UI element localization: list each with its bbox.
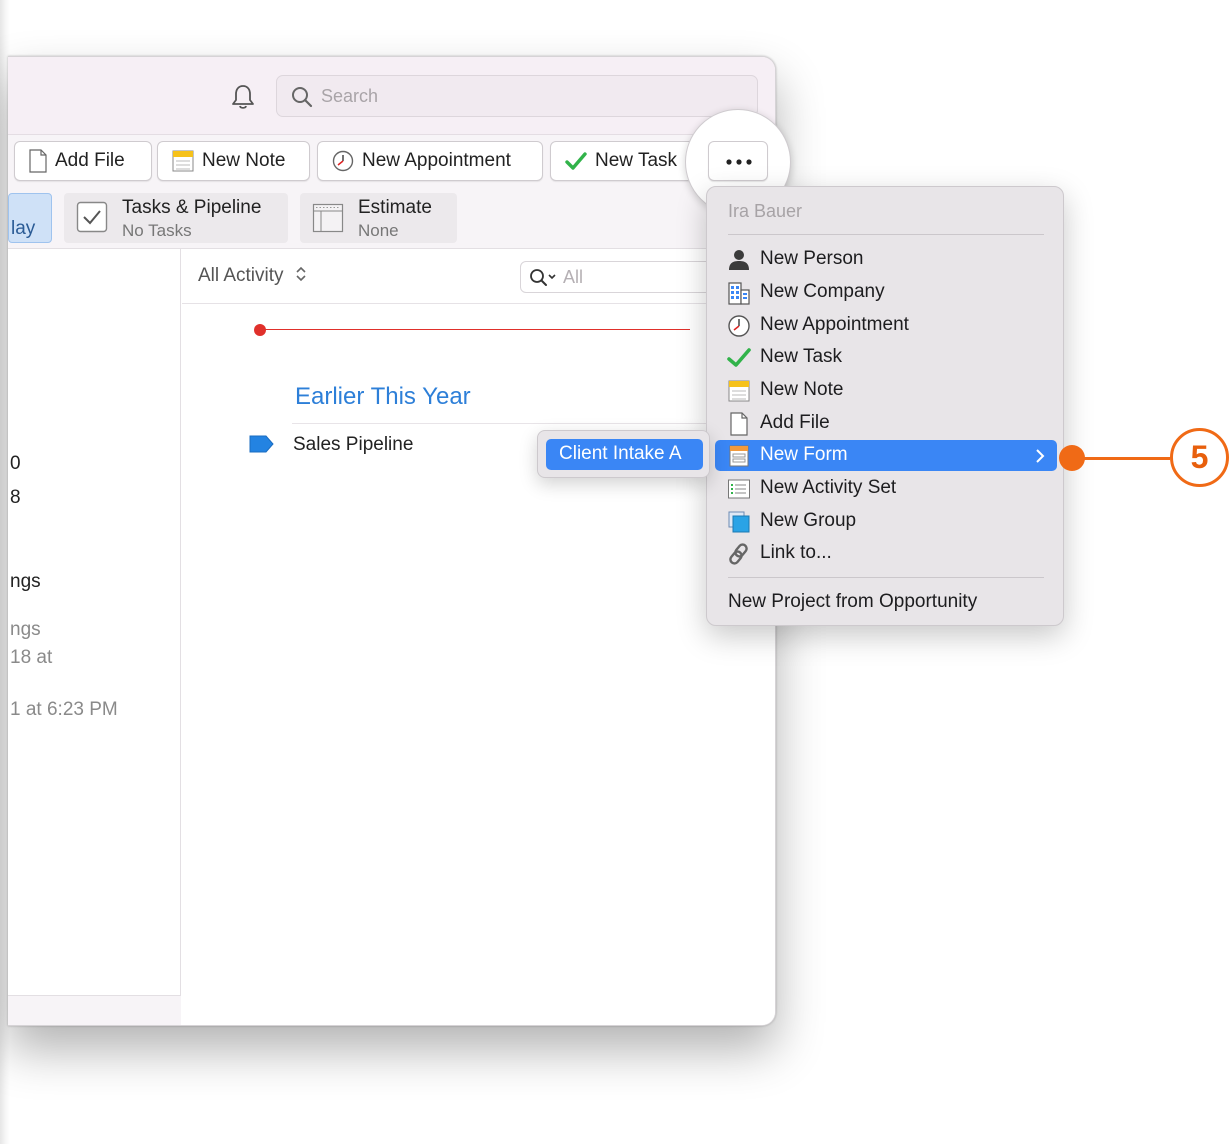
checkmark-icon (727, 348, 751, 367)
menu-item-label: New Activity Set (760, 477, 897, 498)
ellipsis-icon (726, 159, 752, 165)
file-icon (730, 412, 748, 436)
activity-filter-popup[interactable]: All Activity (198, 265, 307, 287)
menu-item-new-task[interactable]: New Task (715, 342, 1057, 373)
form-icon (729, 445, 749, 467)
menu-item-label: New Project from Opportunity (728, 591, 978, 612)
tab-tasks-pipeline[interactable]: Tasks & Pipeline No Tasks (64, 193, 288, 243)
menu-item-label: New Note (760, 379, 844, 400)
person-icon (729, 250, 749, 270)
note-icon (172, 150, 194, 172)
menu-item-label: New Person (760, 248, 864, 269)
tab-today-label: lay (11, 218, 36, 239)
menu-item-new-appointment[interactable]: New Appointment (715, 310, 1057, 341)
stage: Search Add File New Note New Appointment… (0, 0, 1232, 1144)
search-dropdown-icon (530, 269, 556, 286)
activity-pane: All Activity All Earlier This Year Sales… (182, 249, 775, 1025)
tab-estimate-label: Estimate (358, 197, 432, 218)
tab-estimate[interactable]: Estimate None (300, 193, 457, 243)
menu-item-new-form[interactable]: New Form (715, 440, 1057, 471)
estimate-icon (312, 203, 344, 233)
tab-row: lay Tasks & Pipeline No Tasks Estimate N… (8, 189, 775, 249)
new-note-label: New Note (202, 150, 286, 171)
new-note-button[interactable]: New Note (157, 141, 310, 181)
submenu-item-label: Client Intake A (559, 443, 682, 464)
link-icon (729, 543, 748, 565)
note-icon (728, 380, 750, 402)
menu-item-new-activity-set[interactable]: New Activity Set (715, 473, 1057, 504)
checkbox-icon (76, 201, 108, 233)
tab-tasks-label: Tasks & Pipeline (122, 197, 262, 218)
title-bar: Search (8, 57, 775, 135)
search-placeholder: Search (321, 86, 379, 106)
details-footer (8, 995, 181, 1025)
new-task-button[interactable]: New Task (550, 141, 702, 181)
menu-header: Ira Bauer (728, 201, 803, 221)
search-icon (292, 87, 313, 108)
new-form-submenu: Client Intake A (537, 430, 710, 478)
menu-item-add-file[interactable]: Add File (715, 408, 1057, 439)
checkmark-icon (565, 152, 587, 170)
tab-estimate-sub: None (358, 221, 399, 240)
menu-separator (728, 577, 1044, 578)
detail-fragment: ngs (10, 619, 41, 640)
add-file-button[interactable]: Add File (14, 141, 152, 181)
menu-item-label: New Task (760, 346, 843, 367)
search-field[interactable]: Search (276, 75, 758, 117)
detail-fragment: 8 (10, 487, 21, 508)
menu-item-new-note[interactable]: New Note (715, 375, 1057, 406)
activity-filter-label: All Activity (198, 265, 284, 286)
callout-line (1084, 457, 1170, 460)
menu-item-new-project-from-opportunity[interactable]: New Project from Opportunity (715, 587, 1057, 618)
more-actions-menu: Ira Bauer New Person New Company New App… (706, 186, 1064, 626)
details-pane: 0 8 ngs ngs 18 at 1 at 6:23 PM (8, 249, 181, 1025)
clock-icon (728, 315, 750, 337)
divider (182, 303, 775, 304)
activity-item-label[interactable]: Sales Pipeline (293, 434, 413, 456)
new-appointment-button[interactable]: New Appointment (317, 141, 543, 181)
clock-icon (332, 150, 354, 172)
menu-item-label: New Form (760, 444, 848, 465)
menu-item-new-company[interactable]: New Company (715, 277, 1057, 308)
detail-fragment: 18 at (10, 647, 53, 668)
detail-fragment: 0 (10, 453, 21, 474)
new-appointment-label: New Appointment (362, 150, 511, 171)
menu-item-link-to[interactable]: Link to... (715, 538, 1057, 569)
app-window: Search Add File New Note New Appointment… (8, 56, 776, 1026)
submenu-item-client-intake[interactable]: Client Intake A (546, 439, 703, 470)
pipeline-tag-icon (249, 435, 274, 453)
activity-search-placeholder: All (563, 267, 584, 287)
group-icon (728, 511, 750, 533)
section-divider (292, 423, 775, 424)
today-marker-dot (254, 324, 266, 336)
section-title: Earlier This Year (295, 383, 471, 410)
today-marker-line (260, 329, 690, 330)
menu-item-label: Add File (760, 412, 830, 433)
menu-item-label: New Company (760, 281, 885, 302)
menu-item-new-group[interactable]: New Group (715, 506, 1057, 537)
file-icon (29, 149, 47, 173)
chevron-right-icon (1036, 449, 1045, 463)
add-file-label: Add File (55, 150, 125, 171)
updown-chevron-icon (296, 266, 306, 282)
activity-set-icon (728, 479, 750, 499)
menu-separator (728, 234, 1044, 235)
company-icon (728, 282, 750, 305)
bell-icon[interactable] (230, 83, 256, 111)
detail-fragment: 1 at 6:23 PM (10, 699, 118, 720)
detail-fragment: ngs (10, 571, 41, 592)
toolbar: Add File New Note New Appointment New Ta… (8, 135, 775, 189)
callout-dot (1059, 445, 1085, 471)
callout-number: 5 (1170, 428, 1229, 487)
menu-item-label: New Appointment (760, 314, 909, 335)
menu-item-new-person[interactable]: New Person (715, 244, 1057, 275)
tab-tasks-sub: No Tasks (122, 221, 192, 240)
menu-item-label: Link to... (760, 542, 832, 563)
more-actions-button[interactable] (708, 141, 768, 181)
new-task-label: New Task (595, 150, 678, 171)
tab-today[interactable]: lay (8, 193, 52, 243)
menu-item-label: New Group (760, 510, 857, 531)
